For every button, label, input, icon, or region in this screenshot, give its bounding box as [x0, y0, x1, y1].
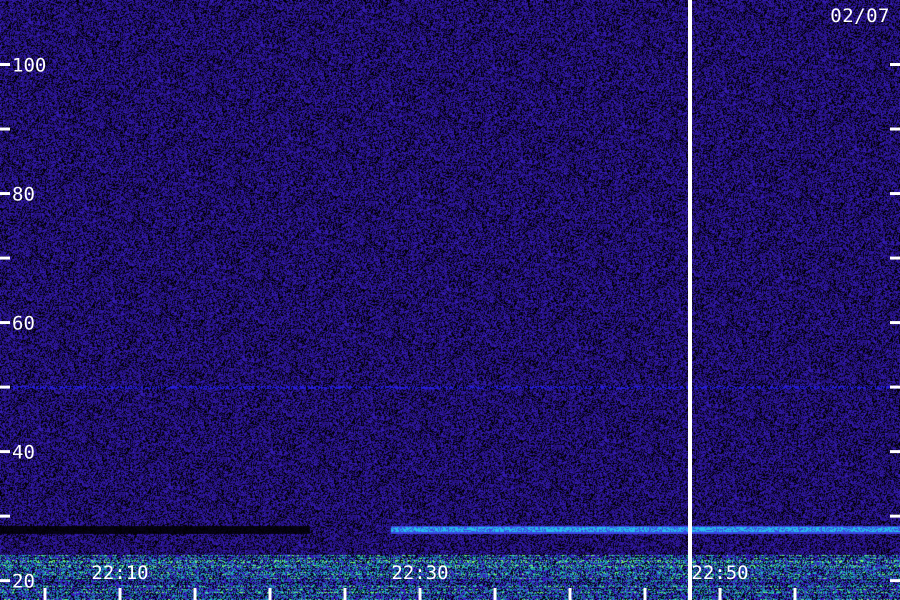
y-tick-right	[890, 256, 900, 260]
y-tick-label: 80	[12, 184, 35, 206]
y-tick-left	[0, 192, 10, 196]
x-tick	[43, 588, 47, 600]
x-tick	[568, 588, 572, 600]
y-tick-left	[0, 127, 10, 131]
y-tick-right	[890, 514, 900, 518]
date-label: 02/07	[830, 5, 890, 27]
x-tick	[343, 588, 347, 600]
y-tick-right	[890, 450, 900, 454]
y-tick-label: 40	[12, 442, 35, 464]
axes-overlay: 20 40 60 80 100 22:10 22:30 22:50	[0, 0, 900, 600]
y-tick-label: 100	[12, 55, 46, 77]
y-tick-right	[890, 192, 900, 196]
y-tick-right	[890, 63, 900, 67]
y-tick-right	[890, 385, 900, 389]
y-tick-label: 60	[12, 313, 35, 335]
x-tick-label: 22:50	[691, 562, 748, 584]
x-tick-label: 22:10	[91, 562, 148, 584]
x-tick	[718, 588, 722, 600]
y-tick-right	[890, 321, 900, 325]
x-tick	[793, 588, 797, 600]
x-tick	[418, 588, 422, 600]
x-tick	[643, 588, 647, 600]
y-tick-left	[0, 579, 10, 583]
y-tick-label: 20	[12, 571, 35, 593]
x-tick	[268, 588, 272, 600]
x-tick	[193, 588, 197, 600]
x-tick-label: 22:30	[391, 562, 448, 584]
spectrogram-view: 20 40 60 80 100 22:10 22:30 22:50 02/07	[0, 0, 900, 600]
y-tick-left	[0, 385, 10, 389]
y-tick-right	[890, 579, 900, 583]
x-tick	[118, 588, 122, 600]
x-tick	[493, 588, 497, 600]
y-tick-left	[0, 514, 10, 518]
y-tick-left	[0, 450, 10, 454]
y-tick-left	[0, 321, 10, 325]
time-cursor-line	[688, 0, 692, 600]
y-tick-left	[0, 63, 10, 67]
y-tick-right	[890, 127, 900, 131]
y-tick-left	[0, 256, 10, 260]
